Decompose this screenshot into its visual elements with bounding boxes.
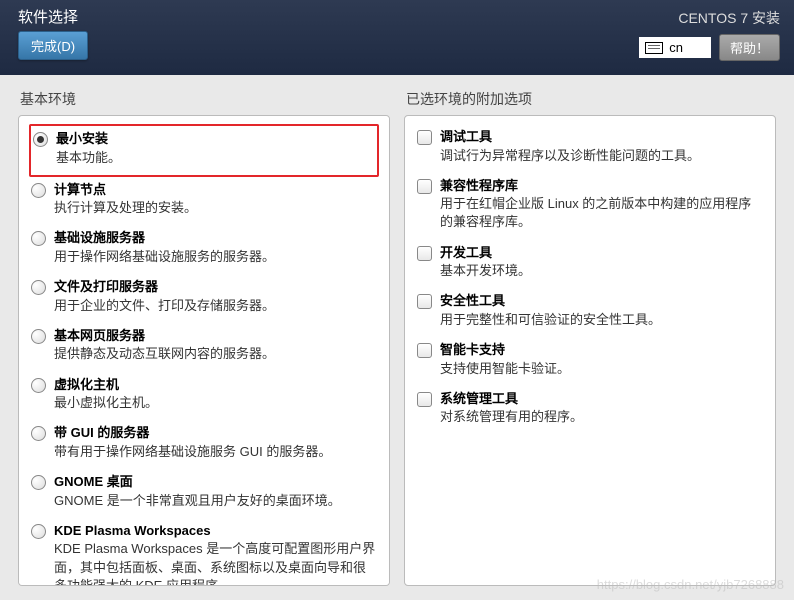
environment-option[interactable]: 计算节点执行计算及处理的安装。 [29,177,379,226]
option-label: 智能卡支持 [440,341,763,359]
option-label: 最小安装 [56,130,375,148]
option-label: 带 GUI 的服务器 [54,424,377,442]
help-button[interactable]: 帮助！ [719,34,780,61]
environment-option[interactable]: 虚拟化主机最小虚拟化主机。 [29,372,379,421]
environment-option[interactable]: 基础设施服务器用于操作网络基础设施服务的服务器。 [29,225,379,274]
option-label: KDE Plasma Workspaces [54,522,377,540]
option-desc: 用于在红帽企业版 Linux 的之前版本中构建的应用程序的兼容程序库。 [440,195,763,231]
addon-option[interactable]: 兼容性程序库用于在红帽企业版 Linux 的之前版本中构建的应用程序的兼容程序库… [415,173,765,240]
option-desc: 基本开发环境。 [440,262,763,280]
environment-radio[interactable] [31,524,46,539]
environment-list: 最小安装基本功能。计算节点执行计算及处理的安装。基础设施服务器用于操作网络基础设… [18,115,390,586]
addon-option[interactable]: 开发工具基本开发环境。 [415,240,765,289]
addon-checkbox[interactable] [417,392,432,407]
option-desc: 最小虚拟化主机。 [54,394,377,412]
page-title: 软件选择 [18,6,88,27]
addon-option[interactable]: 安全性工具用于完整性和可信验证的安全性工具。 [415,288,765,337]
addon-checkbox[interactable] [417,179,432,194]
option-desc: 基本功能。 [56,149,375,167]
environment-radio[interactable] [31,426,46,441]
option-desc: 用于操作网络基础设施服务的服务器。 [54,248,377,266]
option-label: 虚拟化主机 [54,376,377,394]
addon-checkbox[interactable] [417,130,432,145]
environment-option[interactable]: 文件及打印服务器用于企业的文件、打印及存储服务器。 [29,274,379,323]
option-desc: GNOME 是一个非常直观且用户友好的桌面环境。 [54,492,377,510]
option-desc: 用于完整性和可信验证的安全性工具。 [440,311,763,329]
addon-section-title: 已选环境的附加选项 [404,89,776,109]
addon-option[interactable]: 系统管理工具对系统管理有用的程序。 [415,386,765,435]
environment-radio[interactable] [31,378,46,393]
installer-title: CENTOS 7 安装 [639,8,780,28]
environment-panel: 基本环境 最小安装基本功能。计算节点执行计算及处理的安装。基础设施服务器用于操作… [18,89,390,586]
option-label: 开发工具 [440,244,763,262]
environment-radio[interactable] [33,132,48,147]
addon-checkbox[interactable] [417,343,432,358]
option-label: 兼容性程序库 [440,177,763,195]
option-desc: 执行计算及处理的安装。 [54,199,377,217]
option-label: 调试工具 [440,128,763,146]
addon-checkbox[interactable] [417,246,432,261]
environment-option[interactable]: KDE Plasma WorkspacesKDE Plasma Workspac… [29,518,379,586]
addon-option[interactable]: 智能卡支持支持使用智能卡验证。 [415,337,765,386]
option-desc: 调试行为异常程序以及诊断性能问题的工具。 [440,147,763,165]
option-desc: 带有用于操作网络基础设施服务 GUI 的服务器。 [54,443,377,461]
environment-radio[interactable] [31,183,46,198]
environment-section-title: 基本环境 [18,89,390,109]
environment-radio[interactable] [31,329,46,344]
environment-radio[interactable] [31,475,46,490]
option-desc: 用于企业的文件、打印及存储服务器。 [54,297,377,315]
option-desc: 提供静态及动态互联网内容的服务器。 [54,345,377,363]
keyboard-icon [645,42,663,54]
environment-option[interactable]: 最小安装基本功能。 [29,124,379,177]
environment-option[interactable]: GNOME 桌面GNOME 是一个非常直观且用户友好的桌面环境。 [29,469,379,518]
option-label: 基本网页服务器 [54,327,377,345]
keyboard-layout-label: cn [669,40,683,55]
option-label: 基础设施服务器 [54,229,377,247]
header-bar: 软件选择 完成(D) CENTOS 7 安装 cn 帮助！ [0,0,794,75]
content-area: 基本环境 最小安装基本功能。计算节点执行计算及处理的安装。基础设施服务器用于操作… [0,75,794,600]
option-label: 系统管理工具 [440,390,763,408]
environment-radio[interactable] [31,231,46,246]
keyboard-layout-selector[interactable]: cn [639,37,711,58]
addon-panel: 已选环境的附加选项 调试工具调试行为异常程序以及诊断性能问题的工具。兼容性程序库… [404,89,776,586]
environment-option[interactable]: 带 GUI 的服务器带有用于操作网络基础设施服务 GUI 的服务器。 [29,420,379,469]
option-desc: KDE Plasma Workspaces 是一个高度可配置图形用户界面，其中包… [54,540,377,586]
option-desc: 支持使用智能卡验证。 [440,360,763,378]
addon-option[interactable]: 调试工具调试行为异常程序以及诊断性能问题的工具。 [415,124,765,173]
option-label: 安全性工具 [440,292,763,310]
addon-checkbox[interactable] [417,294,432,309]
environment-radio[interactable] [31,280,46,295]
environment-option[interactable]: 基本网页服务器提供静态及动态互联网内容的服务器。 [29,323,379,372]
addon-list: 调试工具调试行为异常程序以及诊断性能问题的工具。兼容性程序库用于在红帽企业版 L… [404,115,776,586]
option-label: 文件及打印服务器 [54,278,377,296]
option-desc: 对系统管理有用的程序。 [440,408,763,426]
done-button[interactable]: 完成(D) [18,31,88,60]
option-label: 计算节点 [54,181,377,199]
option-label: GNOME 桌面 [54,473,377,491]
